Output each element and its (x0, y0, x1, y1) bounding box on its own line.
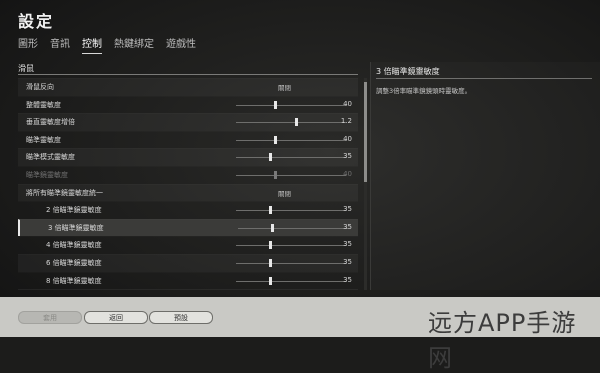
setting-label: 4 倍瞄準鏡靈敏度 (46, 241, 102, 250)
settings-row: 瞄準鏡靈敏度 40 (18, 166, 358, 184)
slider-value: 1.2 (340, 117, 352, 126)
settings-row[interactable]: 2 倍瞄準鏡靈敏度 35 (18, 201, 358, 219)
settings-row[interactable]: 4 倍瞄準鏡靈敏度 35 (18, 236, 358, 254)
tab-audio[interactable]: 音訊 (50, 35, 70, 50)
tab-graphics[interactable]: 圖形 (18, 35, 38, 50)
slider-value: 35 (343, 222, 352, 231)
slider-thumb (274, 170, 278, 179)
setting-label: 6 倍瞄準鏡靈敏度 (46, 258, 102, 267)
setting-toggle[interactable]: 關閉 (278, 82, 291, 92)
slider-thumb[interactable] (268, 241, 272, 250)
back-button[interactable]: 返回 (84, 311, 148, 324)
section-title-mouse: 滑鼠 (18, 64, 34, 73)
slider-thumb[interactable] (268, 276, 272, 285)
settings-row[interactable]: 8 倍瞄準鏡靈敏度 35 (18, 272, 358, 290)
setting-label: 瞄準模式靈敏度 (26, 153, 75, 162)
tab-controls[interactable]: 控制 (82, 35, 102, 54)
setting-label: 8 倍瞄準鏡靈敏度 (46, 276, 102, 285)
settings-row[interactable]: 3 倍瞄準鏡靈敏度 35 (18, 218, 358, 237)
tab-bar: 圖形 音訊 控制 熱鍵綁定 遊戲性 (18, 35, 196, 54)
slider-value: 40 (343, 169, 352, 178)
slider-value: 40 (343, 134, 352, 143)
slider-value: 35 (343, 205, 352, 214)
settings-row[interactable]: 滑鼠反向 關閉 (18, 78, 358, 96)
slider-value: 40 (343, 99, 352, 108)
slider-thumb[interactable] (274, 100, 278, 109)
slider-track[interactable] (236, 104, 346, 106)
apply-button[interactable]: 套用 (18, 311, 82, 324)
setting-label: 瞄準靈敏度 (26, 135, 61, 144)
slider-track[interactable] (236, 280, 346, 282)
settings-row[interactable]: 6 倍瞄準鏡靈敏度 35 (18, 253, 358, 272)
settings-row[interactable]: 15 倍瞄準鏡靈敏度35 (18, 289, 358, 290)
slider-value: 35 (343, 240, 352, 249)
slider-track[interactable] (236, 245, 346, 247)
tab-keybindings[interactable]: 熱鍵綁定 (114, 35, 154, 50)
setting-label: 垂直靈敏度增倍 (26, 118, 75, 127)
watermark-text: 远方APP手游网 (428, 309, 577, 372)
slider-track[interactable] (236, 210, 346, 212)
setting-label: 整體靈敏度 (26, 100, 61, 109)
settings-row[interactable]: 整體靈敏度 40 (18, 96, 358, 114)
description-panel (370, 62, 600, 290)
slider-track[interactable] (236, 157, 346, 159)
slider-thumb[interactable] (295, 118, 298, 127)
preset-button[interactable]: 預設 (149, 311, 213, 324)
slider-track[interactable] (238, 227, 348, 229)
setting-toggle[interactable]: 關閉 (278, 188, 291, 198)
setting-label: 2 倍瞄準鏡靈敏度 (46, 206, 102, 215)
slider-value: 35 (343, 152, 352, 161)
description-title: 3 倍瞄準鏡靈敏度 (376, 67, 440, 76)
setting-label: 滑鼠反向 (26, 83, 54, 91)
settings-row[interactable]: 將所有瞄準鏡靈敏度統一 關閉 (18, 183, 358, 202)
description-divider (376, 78, 592, 79)
description-text: 調整3倍率瞄準鏡鏡頭時靈敏度。 (376, 87, 472, 95)
slider-track (236, 174, 346, 176)
tab-gameplay[interactable]: 遊戲性 (166, 35, 196, 50)
slider-track[interactable] (236, 139, 346, 141)
slider-thumb[interactable] (268, 206, 272, 215)
slider-thumb[interactable] (270, 223, 274, 232)
settings-row[interactable]: 瞄準靈敏度 40 (18, 131, 358, 149)
settings-row[interactable]: 垂直靈敏度增倍 1.2 (18, 113, 358, 131)
slider-value: 35 (343, 257, 352, 266)
section-divider (18, 74, 358, 75)
slider-thumb[interactable] (268, 153, 272, 162)
setting-label: 將所有瞄準鏡靈敏度統一 (26, 188, 103, 197)
settings-list: 滑鼠反向 關閉 整體靈敏度 40 垂直靈敏度增倍 1.2 瞄準靈敏度 40 瞄準模式靈敏度 35 瞄… (18, 78, 358, 290)
slider-track[interactable] (236, 122, 346, 124)
slider-track[interactable] (236, 262, 346, 264)
setting-label: 3 倍瞄準鏡靈敏度 (48, 223, 104, 232)
scrollbar-thumb[interactable] (364, 82, 367, 182)
page-title: 設定 (18, 12, 55, 31)
settings-row[interactable]: 瞄準模式靈敏度 35 (18, 148, 358, 166)
slider-thumb[interactable] (268, 258, 272, 267)
slider-value: 35 (343, 275, 352, 284)
slider-thumb[interactable] (274, 135, 278, 144)
setting-label: 瞄準鏡靈敏度 (26, 170, 68, 179)
